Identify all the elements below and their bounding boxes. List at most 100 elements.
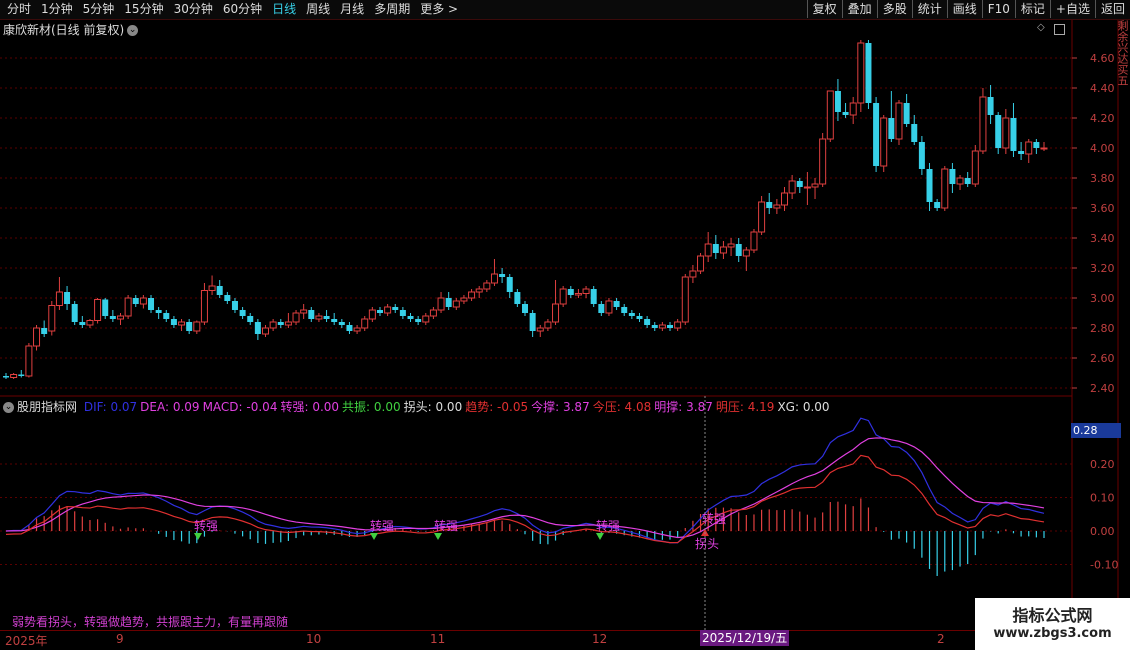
candle-body: [323, 316, 330, 319]
candle-body: [102, 299, 109, 316]
watermark-title: 指标公式网: [1012, 606, 1093, 625]
price-label: 4.40: [1090, 82, 1115, 95]
candle-body: [1025, 141, 1033, 155]
candle-body: [621, 307, 628, 313]
candle-body: [636, 316, 643, 319]
price-label: 3.20: [1090, 262, 1115, 275]
dea-line: [5, 437, 1045, 539]
candle-body: [712, 244, 719, 253]
candle-body: [48, 305, 56, 332]
candle-body: [1018, 151, 1025, 154]
indicator-field: 今撑: 3.87: [531, 400, 590, 414]
candle-body: [911, 124, 918, 142]
indicator-field: XG: 0.00: [777, 400, 830, 414]
candle-body: [987, 97, 994, 115]
price-label: 3.80: [1090, 172, 1115, 185]
candle-body: [1033, 142, 1040, 148]
candle-body: [567, 289, 574, 295]
price-label: 2.80: [1090, 322, 1115, 335]
price-label: 3.00: [1090, 292, 1115, 305]
candle-body: [1040, 147, 1048, 150]
candle-body: [445, 298, 452, 307]
candle-body: [284, 321, 292, 326]
date-month: 2: [937, 632, 945, 646]
candle-body: [941, 168, 949, 209]
candle-body: [452, 300, 460, 308]
candle-body: [803, 186, 811, 189]
candle-body: [514, 292, 521, 304]
candle-body: [849, 102, 857, 116]
indicator-axis-label: -0.10: [1090, 559, 1118, 572]
price-label: 4.60: [1090, 52, 1115, 65]
candle-body: [1010, 118, 1017, 151]
candle-body: [116, 315, 124, 320]
candle-body: [269, 321, 277, 329]
candle-body: [392, 307, 399, 310]
candle-body: [979, 96, 987, 152]
indicator-chevron-icon[interactable]: ⌄: [3, 402, 14, 413]
signal-label: 转强: [702, 511, 726, 526]
candle-body: [163, 313, 170, 319]
candle-body: [590, 289, 597, 304]
signal-arrow-icon: [194, 533, 202, 540]
candle-body: [308, 310, 315, 319]
candle-body: [361, 318, 369, 329]
candle-body: [582, 288, 590, 294]
candle-body: [148, 298, 155, 310]
candle-body: [170, 319, 177, 325]
indicator-field: MACD: -0.04: [202, 400, 278, 414]
watermark-url: www.zbgs3.com: [993, 626, 1112, 641]
candle-body: [522, 304, 528, 313]
candle-body: [193, 321, 201, 332]
candle-body: [483, 282, 491, 290]
candle-body: [842, 112, 849, 115]
candle-body: [529, 313, 536, 331]
candle-body: [552, 303, 560, 323]
candle-body: [86, 320, 94, 326]
price-label: 3.60: [1090, 202, 1115, 215]
candle-body: [750, 231, 758, 251]
candle-body: [178, 321, 186, 326]
candle-body: [934, 202, 941, 208]
candle-body: [254, 322, 261, 334]
indicator-fields: DIF: 0.07 DEA: 0.09 MACD: -0.04 转强: 0.00 共振:…: [84, 400, 833, 414]
kline-canvas[interactable]: 4.60 4.40 4.20 4.00 3.80 3.60 3.40 3.20 3.00 2.80…: [0, 0, 1130, 650]
candle-body: [475, 288, 483, 293]
candle-body: [918, 142, 925, 169]
candle-body: [376, 310, 383, 313]
candle-body: [574, 293, 582, 296]
candle-body: [25, 345, 33, 377]
price-label: 4.00: [1090, 142, 1115, 155]
candle-body: [300, 309, 308, 314]
price-label: 2.60: [1090, 352, 1115, 365]
candle-body: [559, 288, 567, 305]
indicator-axis-label: 0.10: [1090, 492, 1115, 505]
candle-body: [796, 181, 803, 187]
candle-body: [1002, 117, 1010, 149]
indicator-name: 股朋指标网: [17, 400, 78, 414]
candle-body: [628, 313, 635, 316]
price-label: 3.40: [1090, 232, 1115, 245]
date-cursor-label: 2025/12/19/五: [700, 630, 790, 646]
signal-arrow-icon: [596, 533, 604, 540]
candle-body: [735, 244, 742, 256]
candle-body: [758, 201, 766, 233]
indicator-field: 共振: 0.00: [342, 400, 401, 414]
candle-body: [667, 325, 674, 328]
candle-body: [880, 117, 888, 167]
date-month: 12: [592, 632, 608, 646]
candle-body: [338, 322, 345, 325]
candle-body: [819, 138, 827, 185]
indicator-field: 趋势: -0.05: [465, 400, 529, 414]
candle-body: [964, 178, 971, 184]
price-label: 4.20: [1090, 112, 1115, 125]
turn-label: 拐头: [695, 536, 719, 551]
signal-label: 转强: [434, 518, 458, 533]
candle-body: [224, 295, 231, 301]
candle-body: [651, 325, 658, 328]
candle-body: [536, 327, 544, 332]
candle-body: [544, 321, 552, 329]
candle-body: [674, 321, 682, 329]
candle-body: [766, 202, 773, 208]
candle-body: [346, 325, 353, 331]
